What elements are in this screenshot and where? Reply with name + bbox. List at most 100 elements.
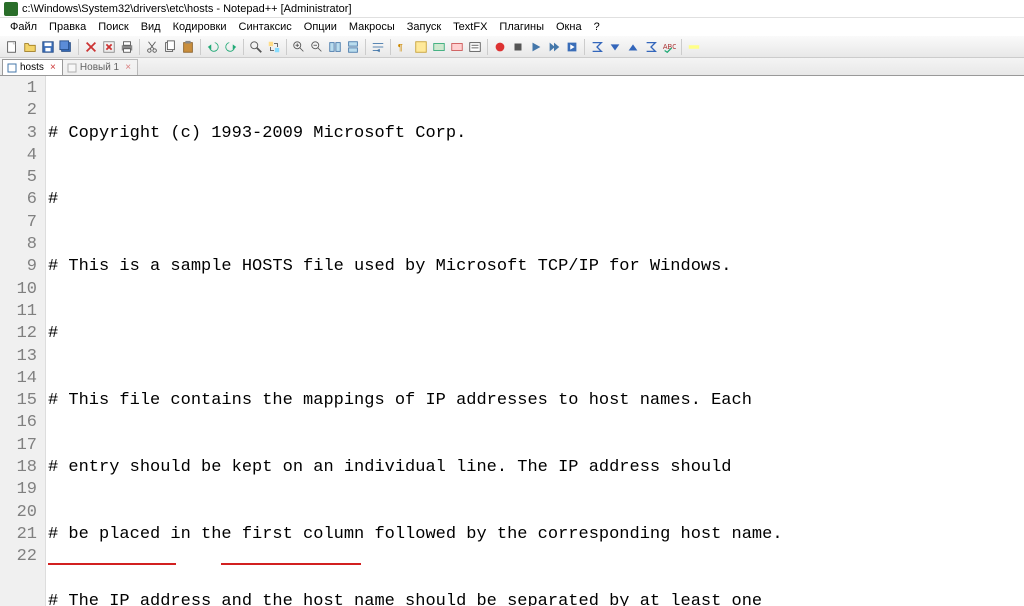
- undo-icon[interactable]: [205, 39, 221, 55]
- tab-close-icon[interactable]: ×: [48, 63, 58, 73]
- file-icon: [67, 63, 77, 73]
- menu-search[interactable]: Поиск: [92, 20, 134, 34]
- menu-file[interactable]: Файл: [4, 20, 43, 34]
- code-line: # Copyright (c) 1993-2009 Microsoft Corp…: [46, 123, 1024, 145]
- toolbar-separator: [584, 39, 585, 55]
- toolbar-separator: [200, 39, 201, 55]
- line-number: 5: [0, 167, 45, 189]
- code-line: #: [46, 323, 1024, 345]
- line-number: 17: [0, 435, 45, 457]
- line-number: 3: [0, 123, 45, 145]
- play-macro-icon[interactable]: [528, 39, 544, 55]
- find-icon[interactable]: [248, 39, 264, 55]
- line-number: 9: [0, 256, 45, 278]
- line-number: 1: [0, 78, 45, 100]
- menu-window[interactable]: Окна: [550, 20, 588, 34]
- function-list-icon[interactable]: [467, 39, 483, 55]
- menu-encoding[interactable]: Кодировки: [167, 20, 233, 34]
- line-number: 18: [0, 457, 45, 479]
- line-number: 10: [0, 279, 45, 301]
- doc-map-icon[interactable]: [449, 39, 465, 55]
- sigma2-icon[interactable]: [643, 39, 659, 55]
- menu-view[interactable]: Вид: [135, 20, 167, 34]
- editor-wrap: 1 2 3 4 5 6 7 8 9 10 11 12 13 14 15 16 1…: [0, 76, 1024, 606]
- menu-help[interactable]: ?: [588, 20, 606, 34]
- menu-options[interactable]: Опции: [298, 20, 343, 34]
- window-title: c:\Windows\System32\drivers\etc\hosts - …: [22, 3, 352, 15]
- toolbar-separator: [390, 39, 391, 55]
- menu-syntax[interactable]: Синтаксис: [233, 20, 298, 34]
- sync-icon[interactable]: [327, 39, 343, 55]
- triangle-up-icon[interactable]: [625, 39, 641, 55]
- editor-area[interactable]: # Copyright (c) 1993-2009 Microsoft Corp…: [46, 76, 1024, 606]
- zoom-out-icon[interactable]: [309, 39, 325, 55]
- line-number: 16: [0, 412, 45, 434]
- toolbar-separator: [139, 39, 140, 55]
- stop-macro-icon[interactable]: [510, 39, 526, 55]
- copy-icon[interactable]: [162, 39, 178, 55]
- menu-plugins[interactable]: Плагины: [493, 20, 550, 34]
- tab-hosts[interactable]: hosts ×: [2, 59, 63, 75]
- paste-icon[interactable]: [180, 39, 196, 55]
- line-number: 8: [0, 234, 45, 256]
- code-line: # This is a sample HOSTS file used by Mi…: [46, 256, 1024, 278]
- highlight-icon[interactable]: [686, 39, 702, 55]
- record-macro-icon[interactable]: [492, 39, 508, 55]
- save-all-icon[interactable]: [58, 39, 74, 55]
- toolbar-separator: [487, 39, 488, 55]
- line-number: 4: [0, 145, 45, 167]
- toolbar-separator: [681, 39, 682, 55]
- tab-label: hosts: [20, 62, 44, 73]
- spellcheck-icon[interactable]: ABC: [661, 39, 677, 55]
- user-lang-icon[interactable]: [431, 39, 447, 55]
- annotation-underline: [221, 563, 361, 565]
- close-icon[interactable]: [83, 39, 99, 55]
- new-file-icon[interactable]: [4, 39, 20, 55]
- line-number: 22: [0, 546, 45, 568]
- menu-run[interactable]: Запуск: [401, 20, 447, 34]
- line-number: 6: [0, 189, 45, 211]
- toolbar-separator: [78, 39, 79, 55]
- save-icon[interactable]: [40, 39, 56, 55]
- replace-icon[interactable]: [266, 39, 282, 55]
- triangle-down-icon[interactable]: [607, 39, 623, 55]
- code-line: # entry should be kept on an individual …: [46, 457, 1024, 479]
- line-number: 7: [0, 212, 45, 234]
- cut-icon[interactable]: [144, 39, 160, 55]
- line-number: 11: [0, 301, 45, 323]
- sync-vert-icon[interactable]: [345, 39, 361, 55]
- app-window: c:\Windows\System32\drivers\etc\hosts - …: [0, 0, 1024, 606]
- app-icon: [4, 2, 18, 16]
- code-line: # The IP address and the host name shoul…: [46, 591, 1024, 606]
- indent-guide-icon[interactable]: [413, 39, 429, 55]
- line-number: 15: [0, 390, 45, 412]
- save-macro-icon[interactable]: [564, 39, 580, 55]
- zoom-in-icon[interactable]: [291, 39, 307, 55]
- tab-close-icon[interactable]: ×: [123, 63, 133, 73]
- annotation-underline: [48, 563, 176, 565]
- play-multi-icon[interactable]: [546, 39, 562, 55]
- toolbar-separator: [243, 39, 244, 55]
- menubar: Файл Правка Поиск Вид Кодировки Синтакси…: [0, 18, 1024, 36]
- toolbar-separator: [365, 39, 366, 55]
- line-number: 2: [0, 100, 45, 122]
- wordwrap-icon[interactable]: [370, 39, 386, 55]
- close-all-icon[interactable]: [101, 39, 117, 55]
- titlebar: c:\Windows\System32\drivers\etc\hosts - …: [0, 0, 1024, 18]
- code-line: # This file contains the mappings of IP …: [46, 390, 1024, 412]
- tabbar: hosts × Новый 1 ×: [0, 58, 1024, 76]
- menu-edit[interactable]: Правка: [43, 20, 92, 34]
- redo-icon[interactable]: [223, 39, 239, 55]
- tab-new[interactable]: Новый 1 ×: [62, 59, 138, 75]
- show-all-chars-icon[interactable]: ¶: [395, 39, 411, 55]
- toolbar-separator: [286, 39, 287, 55]
- line-number: 13: [0, 346, 45, 368]
- svg-text:¶: ¶: [398, 42, 403, 53]
- print-icon[interactable]: [119, 39, 135, 55]
- open-file-icon[interactable]: [22, 39, 38, 55]
- line-gutter: 1 2 3 4 5 6 7 8 9 10 11 12 13 14 15 16 1…: [0, 76, 46, 606]
- menu-textfx[interactable]: TextFX: [447, 20, 493, 34]
- menu-macros[interactable]: Макросы: [343, 20, 401, 34]
- code-line: #: [46, 189, 1024, 211]
- sigma-icon[interactable]: [589, 39, 605, 55]
